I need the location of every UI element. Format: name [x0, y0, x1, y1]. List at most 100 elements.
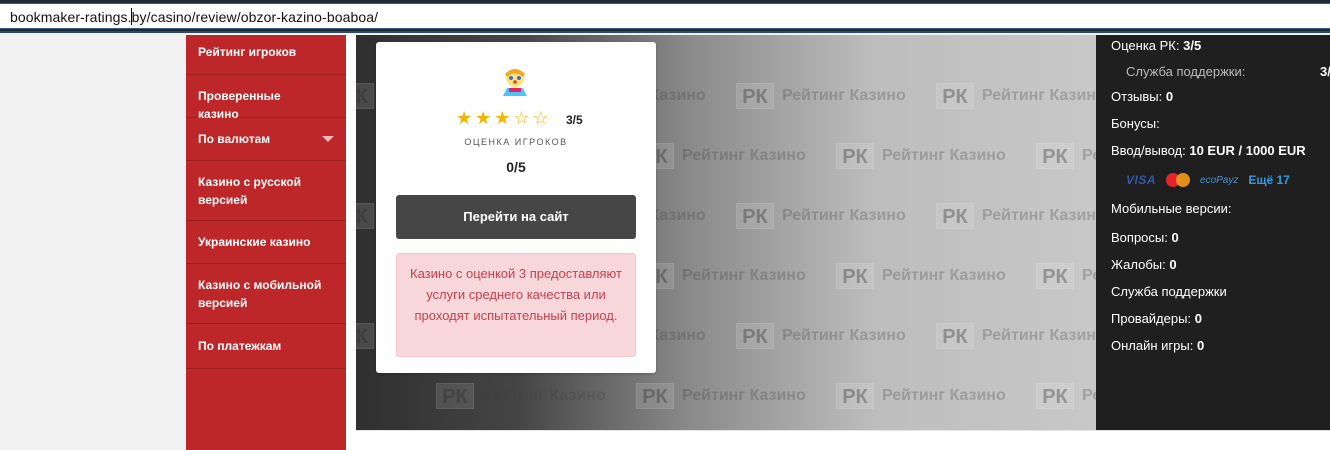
bonuses-label: Бонусы:	[1111, 116, 1160, 131]
watermark-logo-icon: РК	[736, 203, 774, 229]
url-text: bookmaker-ratings.by/casino/review/obzor…	[10, 9, 379, 25]
browser-address-bar: bookmaker-ratings.by/casino/review/obzor…	[0, 0, 1330, 33]
casino-info-panel: Оценка РК: 3/5 Служба поддержки: 3/ Отзы…	[1096, 35, 1330, 430]
support-rating-label: Служба поддержки:	[1126, 64, 1246, 79]
sidebar-item-verified-casinos[interactable]: Проверенные казино	[186, 75, 346, 121]
sidebar-item-russian-version[interactable]: Казино с русской версией	[186, 161, 346, 221]
watermark-text: Рейтинг Казино	[1082, 267, 1096, 284]
watermark-text: Рейтинг Казино	[882, 267, 1006, 284]
star-filled-icon: ★	[494, 108, 511, 128]
watermark-logo-icon: РК	[736, 83, 774, 109]
watermark-logo-icon: РК	[1036, 263, 1074, 289]
watermark-text: Рейтинг Казино	[1082, 387, 1096, 404]
text-caret	[131, 8, 132, 25]
sidebar-item-players-rating[interactable]: Рейтинг игроков	[186, 35, 346, 75]
watermark-logo-icon: РК	[936, 203, 974, 229]
star-empty-icon: ☆	[532, 108, 549, 128]
reviews-label: Отзывы:	[1111, 89, 1163, 104]
rk-rating-value: 3/5	[1183, 38, 1202, 53]
rating-info-alert: Казино с оценкой 3 предоставляют услуги …	[396, 253, 636, 357]
watermark-logo-icon: РК	[736, 323, 774, 349]
content-gap	[346, 35, 356, 450]
deposit-withdrawal-label: Ввод/вывод:	[1111, 143, 1186, 158]
watermark-logo-icon: РК	[356, 323, 374, 349]
support-row[interactable]: Служба поддержки	[1111, 284, 1227, 299]
support-rating-row: Служба поддержки:	[1126, 64, 1245, 79]
questions-row[interactable]: Вопросы: 0	[1111, 230, 1179, 245]
deposit-withdrawal-row: Ввод/вывод: 10 EUR / 1000 EUR	[1111, 143, 1306, 158]
online-games-label: Онлайн игры:	[1111, 338, 1194, 353]
watermark-logo-icon: РК	[356, 83, 374, 109]
star-filled-icon: ★	[475, 108, 492, 128]
questions-label: Вопросы:	[1111, 230, 1168, 245]
left-gutter	[0, 35, 186, 450]
watermark-logo-icon: РК	[836, 383, 874, 409]
watermark-logo-icon: РК	[636, 383, 674, 409]
star-filled-icon: ★	[456, 108, 473, 128]
online-games-row[interactable]: Онлайн игры: 0	[1111, 338, 1204, 353]
complaints-label: Жалобы:	[1111, 257, 1166, 272]
url-field[interactable]: bookmaker-ratings.by/casino/review/obzor…	[0, 3, 1330, 29]
rating-card: ★ ★ ★ ☆ ☆ 3/5 ОЦЕНКА ИГРОКОВ 0/5 Перейти на …	[376, 42, 656, 373]
casino-logo-icon	[503, 69, 527, 96]
watermark-text: Рейтинг Казино	[482, 387, 606, 404]
watermark-logo-icon: РК	[936, 83, 974, 109]
complaints-row[interactable]: Жалобы: 0	[1111, 257, 1177, 272]
watermark-text: Рейтинг Казино	[782, 87, 906, 104]
mobile-versions-row: Мобильные версии:	[1111, 201, 1232, 216]
watermark-logo-icon: РК	[1036, 383, 1074, 409]
star-rating: ★ ★ ★ ☆ ☆	[456, 109, 549, 127]
reviews-row[interactable]: Отзывы: 0	[1111, 89, 1173, 104]
complaints-value: 0	[1169, 257, 1177, 272]
visit-site-button[interactable]: Перейти на сайт	[396, 195, 636, 239]
watermark-logo-icon: РК	[1036, 143, 1074, 169]
sidebar-menu: Рейтинг игроков Проверенные казино По ва…	[186, 35, 346, 450]
star-empty-icon: ☆	[513, 108, 530, 128]
watermark-logo-icon: РК	[836, 263, 874, 289]
rk-rating-row: Оценка РК: 3/5	[1111, 38, 1201, 53]
bonuses-row[interactable]: Бонусы:	[1111, 116, 1160, 131]
watermark-text: Рейтинг Казино	[882, 147, 1006, 164]
providers-label: Провайдеры:	[1111, 311, 1192, 326]
sidebar-item-label: По валютам	[198, 132, 271, 146]
sidebar-item-label: Казино с русской версией	[198, 175, 302, 207]
players-rating-value: 0/5	[506, 159, 526, 175]
rk-rating-label: Оценка РК:	[1111, 38, 1180, 53]
watermark-text: Рейтинг Казино	[1082, 147, 1096, 164]
watermark-logo-icon: РК	[936, 323, 974, 349]
watermark-text: Рейтинг Казино	[682, 267, 806, 284]
mobile-versions-label: Мобильные версии:	[1111, 201, 1232, 216]
watermark-text: Рейтинг Казино	[682, 147, 806, 164]
watermark-logo-icon: РК	[836, 143, 874, 169]
sidebar-item-label: Рейтинг игроков	[198, 45, 297, 59]
support-rating-value: 3/	[1320, 64, 1330, 79]
ecopayz-icon: ecoPayz	[1200, 174, 1239, 186]
watermark-logo-icon: РК	[356, 203, 374, 229]
providers-row[interactable]: Провайдеры: 0	[1111, 311, 1202, 326]
sidebar-item-label: Казино с мобильной версией	[198, 278, 322, 310]
mastercard-icon	[1166, 173, 1191, 187]
watermark-text: Рейтинг Казино	[982, 207, 1096, 224]
reviews-value: 0	[1165, 89, 1174, 104]
more-payments-link[interactable]: Ещё 17	[1248, 173, 1289, 187]
sidebar-item-by-currency[interactable]: По валютам	[186, 118, 346, 161]
questions-value: 0	[1171, 230, 1179, 245]
watermark-text: Рейтинг Казино	[982, 327, 1096, 344]
sidebar-item-by-payments[interactable]: По платежкам	[186, 324, 346, 369]
support-label: Служба поддержки	[1111, 284, 1227, 299]
chevron-down-icon[interactable]	[322, 136, 334, 142]
sidebar-item-mobile-version[interactable]: Казино с мобильной версией	[186, 264, 346, 324]
rk-score: 3/5	[566, 113, 583, 127]
watermark-logo-icon: РК	[436, 383, 474, 409]
visa-icon: VISA	[1126, 173, 1157, 187]
watermark-text: Рейтинг Казино	[782, 327, 906, 344]
watermark-text: Рейтинг Казино	[882, 387, 1006, 404]
players-rating-label: ОЦЕНКА ИГРОКОВ	[464, 137, 568, 147]
online-games-value: 0	[1196, 338, 1205, 353]
watermark-text: Рейтинг Казино	[982, 87, 1096, 104]
watermark-text: Рейтинг Казино	[782, 207, 906, 224]
content-bottom	[356, 430, 1330, 450]
watermark-text: Рейтинг Казино	[682, 387, 806, 404]
sidebar-item-ukrainian-casinos[interactable]: Украинские казино	[186, 221, 346, 264]
deposit-withdrawal-value: 10 EUR / 1000 EUR	[1189, 143, 1306, 158]
